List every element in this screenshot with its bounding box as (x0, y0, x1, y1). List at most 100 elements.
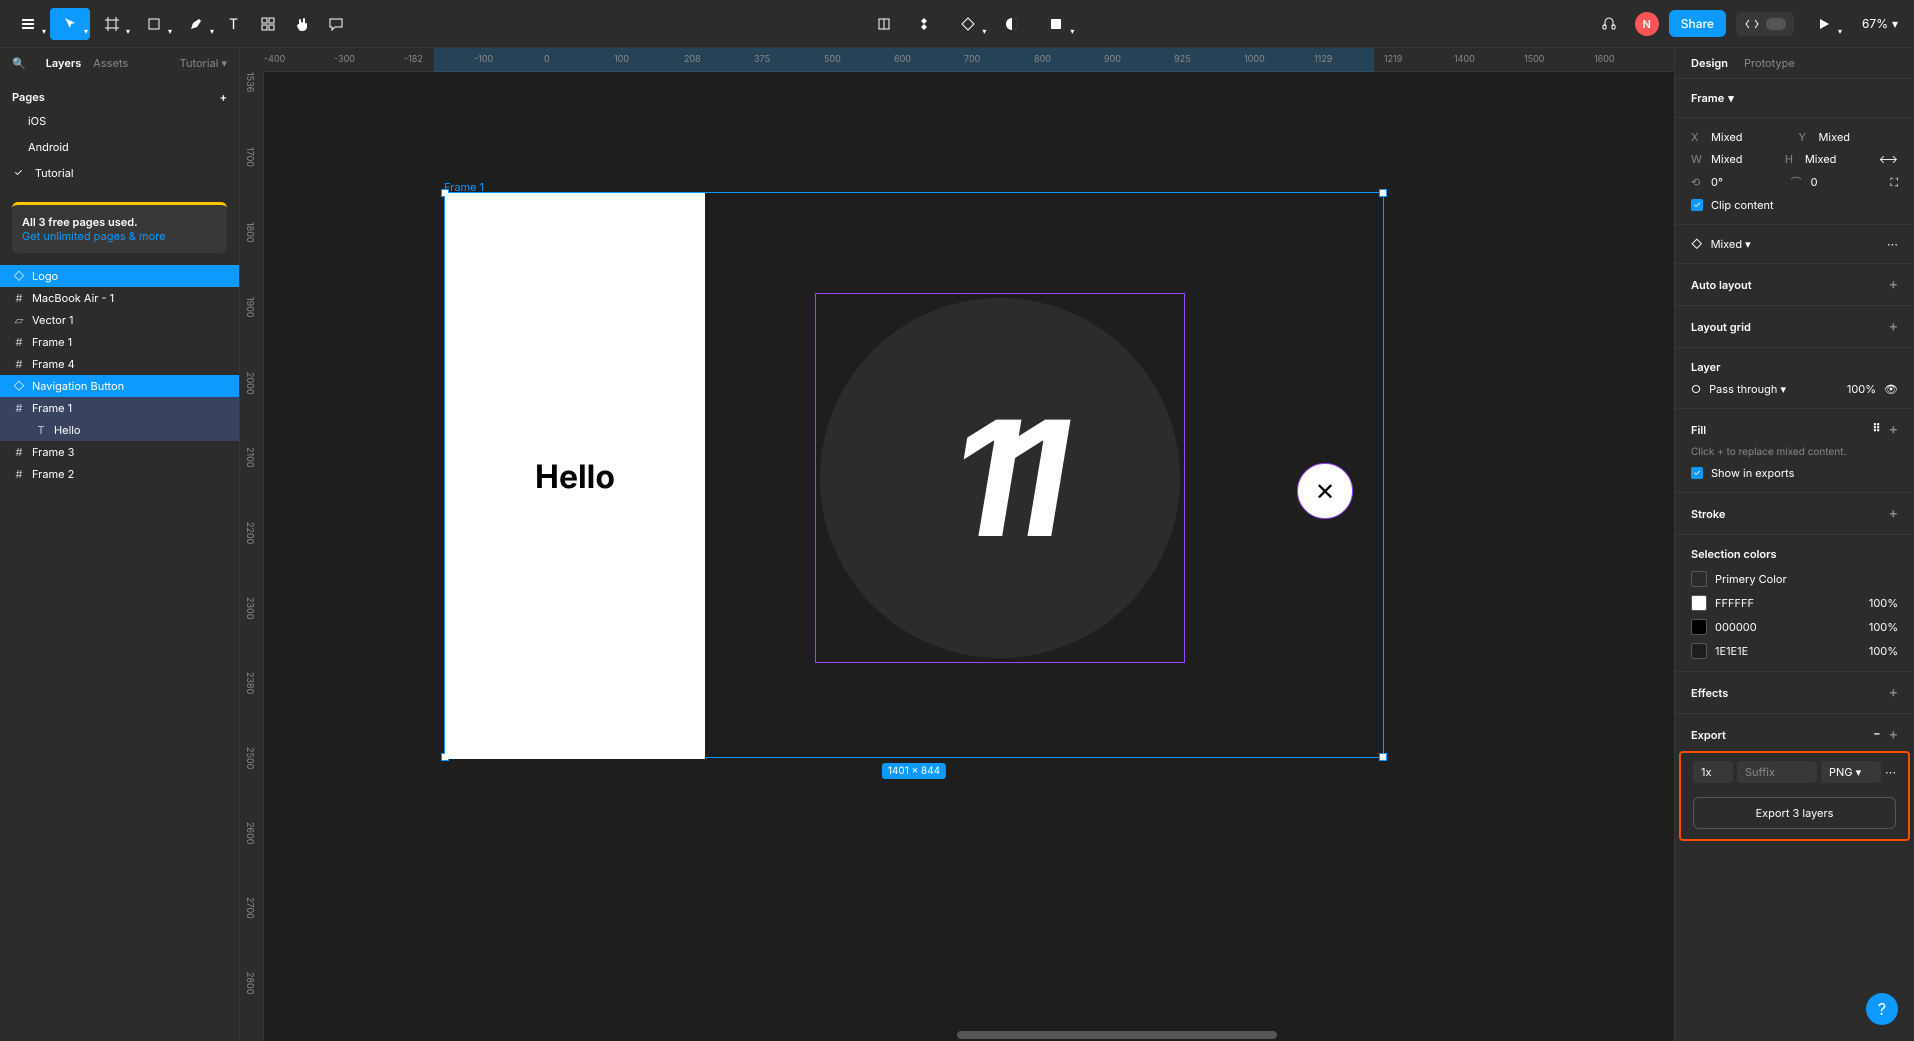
frame-tool[interactable]: ▾ (92, 8, 132, 40)
pen-tool[interactable]: ▾ (176, 8, 216, 40)
color-swatch[interactable] (1691, 619, 1707, 635)
color-row[interactable]: FFFFFF100% (1691, 595, 1898, 611)
more-icon[interactable]: ⋯ (1887, 237, 1898, 251)
export-more-icon[interactable]: ⋯ (1885, 765, 1896, 779)
selection-box[interactable]: 1401 × 844 Hello 11 ✕ (444, 192, 1384, 758)
resize-handle-tr[interactable] (1379, 189, 1387, 197)
frame-1-canvas[interactable]: Hello (445, 193, 705, 759)
mixed-dropdown[interactable]: Mixed ▾ (1711, 237, 1751, 251)
h-input[interactable]: Mixed (1805, 152, 1871, 166)
color-swatch[interactable] (1691, 595, 1707, 611)
plugins-tool[interactable]: ▾ (1036, 8, 1076, 40)
visibility-icon[interactable]: 👁 (1884, 382, 1898, 396)
dev-mode-toggle[interactable] (1736, 12, 1794, 36)
ruler-vertical: 1536170018001900200021002200230023802500… (240, 72, 264, 1041)
main-menu-button[interactable]: ▾ (8, 8, 48, 40)
layer-item[interactable]: #Frame 2 (0, 463, 239, 485)
canvas-area[interactable]: -400-300-182-100010020837550060070080090… (240, 48, 1674, 1041)
export-scale-input[interactable]: 1x (1693, 761, 1733, 783)
reset-icon[interactable] (868, 8, 900, 40)
mask-tool[interactable]: ▾ (948, 8, 988, 40)
tab-assets[interactable]: Assets (93, 56, 128, 70)
w-input[interactable]: Mixed (1711, 152, 1777, 166)
user-avatar[interactable]: N (1635, 12, 1659, 36)
independent-corners-icon[interactable]: ⛶ (1890, 175, 1898, 190)
zoom-level[interactable]: 67% ▾ (1854, 16, 1906, 31)
help-button[interactable]: ? (1866, 993, 1898, 1025)
color-swatch[interactable] (1691, 643, 1707, 659)
radius-input[interactable]: 0 (1811, 175, 1883, 189)
export-format-dropdown[interactable]: PNG ▾ (1821, 761, 1881, 783)
add-layoutgrid-button[interactable]: + (1889, 318, 1898, 335)
tab-layers[interactable]: Layers (46, 56, 82, 70)
share-button[interactable]: Share (1669, 10, 1726, 37)
layer-item[interactable]: #Frame 4 (0, 353, 239, 375)
rotation-input[interactable]: 0° (1711, 175, 1783, 189)
search-icon[interactable]: 🔍 (12, 56, 26, 70)
frame-type-dropdown[interactable]: Frame ▾ (1691, 91, 1898, 105)
shape-tool[interactable]: ▾ (134, 8, 174, 40)
hand-tool[interactable] (286, 8, 318, 40)
remove-export-button[interactable]: − (1873, 726, 1880, 743)
selection-colors-label: Selection colors (1691, 547, 1898, 561)
layer-name: Vector 1 (32, 313, 74, 327)
dark-mode-icon[interactable] (996, 8, 1028, 40)
hello-text[interactable]: Hello (535, 457, 615, 496)
layer-opacity[interactable]: 100% (1847, 382, 1876, 396)
layer-item[interactable]: ▱Vector 1 (0, 309, 239, 331)
add-autolayout-button[interactable]: + (1889, 276, 1898, 293)
horizontal-scrollbar[interactable] (957, 1031, 1277, 1039)
resources-tool[interactable] (252, 8, 284, 40)
add-effect-button[interactable]: + (1889, 684, 1898, 701)
color-row[interactable]: 1E1E1E100% (1691, 643, 1898, 659)
clip-checkbox[interactable]: ✓ (1691, 199, 1703, 211)
autolayout-label: Auto layout (1691, 278, 1752, 292)
export-suffix-input[interactable]: Suffix (1737, 761, 1817, 783)
frame-icon: # (12, 467, 26, 481)
constrain-icon[interactable]: ⟷ (1879, 152, 1898, 166)
layer-item[interactable]: ◇Logo (0, 265, 239, 287)
add-fill-button[interactable]: + (1889, 421, 1898, 438)
top-toolbar: ▾ ▾ ▾ ▾ ▾ T ▾ ▾ N Share ▾ 67% ▾ (0, 0, 1914, 48)
layer-name: Frame 3 (32, 445, 74, 459)
component-icon[interactable] (908, 8, 940, 40)
color-row[interactable]: Primery Color (1691, 571, 1898, 587)
color-pct: 100% (1869, 644, 1898, 658)
page-item-android[interactable]: Android (12, 134, 227, 160)
add-page-button[interactable]: + (220, 90, 227, 104)
layer-item[interactable]: #Frame 3 (0, 441, 239, 463)
x-input[interactable]: Mixed (1711, 130, 1791, 144)
layer-item[interactable]: #Frame 1 (0, 331, 239, 353)
tab-design[interactable]: Design (1691, 56, 1728, 70)
upgrade-banner[interactable]: All 3 free pages used. Get unlimited pag… (12, 202, 227, 253)
layer-item[interactable]: #MacBook Air - 1 (0, 287, 239, 309)
present-button[interactable]: ▾ (1804, 8, 1844, 40)
layer-item[interactable]: ◇Navigation Button (0, 375, 239, 397)
color-swatch[interactable] (1691, 571, 1707, 587)
page-item-ios[interactable]: iOS (12, 108, 227, 134)
y-input[interactable]: Mixed (1819, 130, 1899, 144)
fill-styles-icon[interactable]: ⠿ (1873, 421, 1881, 438)
layer-item[interactable]: THello (0, 419, 239, 441)
export-button[interactable]: Export 3 layers (1693, 797, 1896, 829)
layer-name: Frame 1 (32, 401, 72, 415)
layer-name: Frame 4 (32, 357, 75, 371)
add-export-button[interactable]: + (1889, 726, 1898, 743)
resize-handle-br[interactable] (1379, 753, 1387, 761)
blend-dropdown[interactable]: Pass through ▾ (1709, 382, 1786, 396)
logo-component[interactable]: 11 (820, 298, 1180, 658)
move-tool[interactable]: ▾ (50, 8, 90, 40)
text-tool[interactable]: T (218, 8, 250, 40)
comment-tool[interactable] (320, 8, 352, 40)
upgrade-link[interactable]: Get unlimited pages & more (22, 229, 217, 243)
audio-icon[interactable] (1593, 8, 1625, 40)
navigation-button-component[interactable]: ✕ (1297, 463, 1353, 519)
layer-item[interactable]: #Frame 1 (0, 397, 239, 419)
page-dropdown[interactable]: Tutorial ▾ (180, 56, 227, 70)
add-stroke-button[interactable]: + (1889, 505, 1898, 522)
page-item-tutorial[interactable]: Tutorial (12, 160, 227, 186)
color-row[interactable]: 000000100% (1691, 619, 1898, 635)
layoutgrid-label: Layout grid (1691, 320, 1751, 334)
tab-prototype[interactable]: Prototype (1744, 56, 1795, 70)
show-exports-checkbox[interactable]: ✓ (1691, 467, 1703, 479)
